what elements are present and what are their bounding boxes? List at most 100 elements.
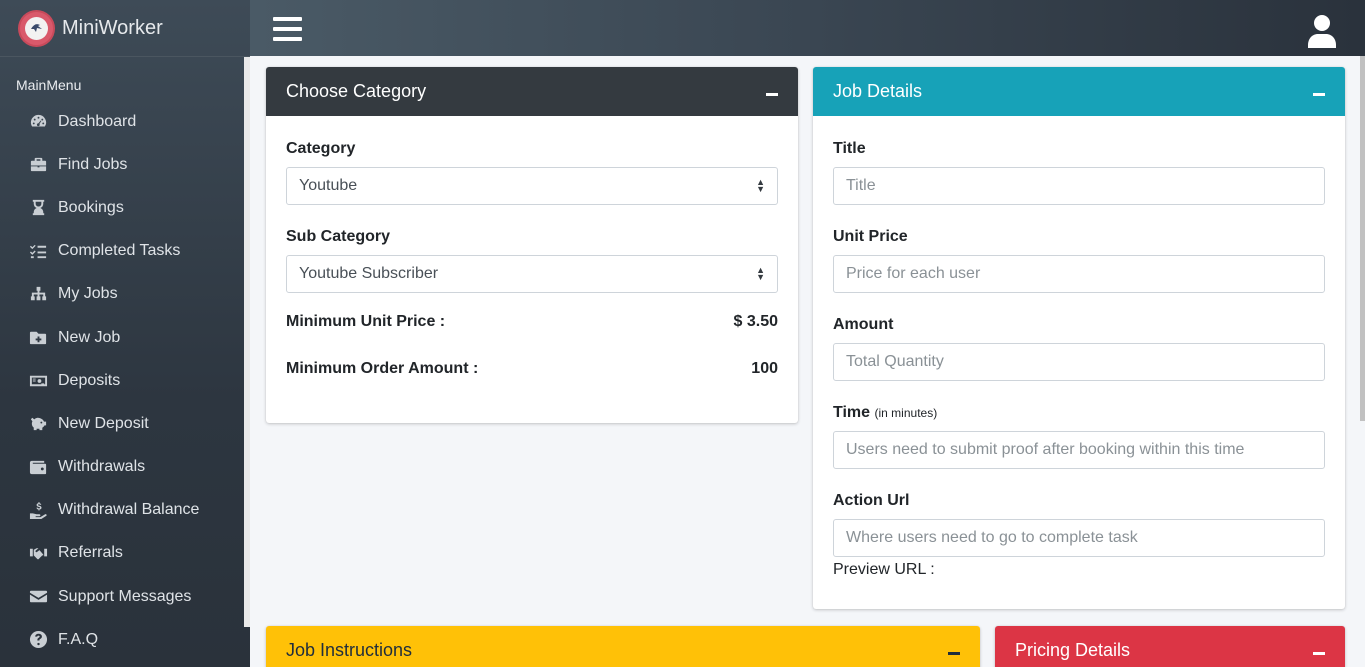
sidebar-item-new-deposit[interactable]: New Deposit xyxy=(0,402,250,445)
unit-price-input[interactable]: Price for each user xyxy=(833,255,1325,293)
collapse-minus-icon[interactable] xyxy=(1313,652,1325,655)
sidebar-item-label: Support Messages xyxy=(58,587,192,605)
action-url-label: Action Url xyxy=(833,492,910,509)
top-navbar xyxy=(250,0,1365,56)
hamburger-menu-icon[interactable] xyxy=(273,17,302,45)
sidebar-item-label: My Jobs xyxy=(58,285,118,303)
sidebar-item-withdrawals[interactable]: Withdrawals xyxy=(0,446,250,489)
sidebar-item-label: F.A.Q xyxy=(58,630,99,648)
select-arrows-icon: ▲ ▼ xyxy=(756,265,765,282)
title-placeholder: Title xyxy=(846,177,876,194)
card-header: Pricing Details xyxy=(995,626,1345,667)
collapse-minus-icon[interactable] xyxy=(1313,93,1325,96)
time-label: Time (in minutes) xyxy=(833,404,1325,422)
card-body: Category Youtube ▲ ▼ Sub Category Youtube… xyxy=(266,116,798,398)
sidebar-item-label: Completed Tasks xyxy=(58,242,181,260)
min-order-amount-label: Minimum Order Amount : xyxy=(286,360,479,377)
sitemap-icon xyxy=(28,284,48,304)
wallet-icon xyxy=(28,457,48,477)
sidebar-item-my-jobs[interactable]: My Jobs xyxy=(0,273,250,316)
sidebar-item-label: Find Jobs xyxy=(58,155,128,173)
hand-dollar-icon xyxy=(28,500,48,520)
category-selected-value: Youtube xyxy=(299,177,358,194)
amount-placeholder: Total Quantity xyxy=(846,353,944,370)
card-title: Job Details xyxy=(833,81,923,101)
envelope-icon xyxy=(28,587,48,607)
card-header: Job Details xyxy=(813,67,1345,116)
sidebar-item-label: New Job xyxy=(58,328,121,346)
money-bill-icon xyxy=(28,371,48,391)
hourglass-icon xyxy=(28,198,48,218)
sidebar-item-label: Withdrawals xyxy=(58,458,146,476)
sidebar-item-deposits[interactable]: Deposits xyxy=(0,359,250,402)
amount-input[interactable]: Total Quantity xyxy=(833,343,1325,381)
min-order-amount-value: 100 xyxy=(751,360,778,377)
menu-header: MainMenu xyxy=(16,77,82,93)
time-input[interactable]: Users need to submit proof after booking… xyxy=(833,431,1325,469)
time-placeholder: Users need to submit proof after booking… xyxy=(846,441,1245,458)
sidebar-menu: Dashboard Find Jobs Bookings Completed T… xyxy=(0,100,250,661)
card-header: Choose Category xyxy=(266,67,798,116)
sidebar-item-support-messages[interactable]: Support Messages xyxy=(0,575,250,618)
sidebar: MiniWorker MainMenu Dashboard Find Jobs … xyxy=(0,0,250,667)
pricing-details-card: Pricing Details xyxy=(995,626,1345,667)
min-order-amount-row: Minimum Order Amount : 100 xyxy=(286,360,778,378)
folder-plus-icon xyxy=(28,328,48,348)
card-title: Choose Category xyxy=(286,81,427,101)
min-unit-price-label: Minimum Unit Price : xyxy=(286,313,446,330)
time-label-text: Time xyxy=(833,404,871,421)
title-input[interactable]: Title xyxy=(833,167,1325,205)
sidebar-item-withdrawal-balance[interactable]: Withdrawal Balance xyxy=(0,489,250,532)
sidebar-item-label: Dashboard xyxy=(58,112,137,130)
min-unit-price-row: Minimum Unit Price : $ 3.50 xyxy=(286,313,778,331)
category-label: Category xyxy=(286,140,356,157)
card-header: Job Instructions xyxy=(266,626,980,667)
unit-price-placeholder: Price for each user xyxy=(846,265,981,282)
sidebar-scrollbar[interactable] xyxy=(244,57,250,627)
time-hint: (in minutes) xyxy=(874,406,938,420)
sidebar-item-referrals[interactable]: Referrals xyxy=(0,532,250,575)
sidebar-item-faq[interactable]: F.A.Q xyxy=(0,618,250,661)
subcategory-select[interactable]: Youtube Subscriber ▲ ▼ xyxy=(286,255,778,293)
brand-logo xyxy=(20,11,53,45)
category-select[interactable]: Youtube ▲ ▼ xyxy=(286,167,778,205)
sidebar-item-label: Bookings xyxy=(58,198,124,216)
amount-label: Amount xyxy=(833,316,894,333)
select-arrows-icon: ▲ ▼ xyxy=(756,177,765,194)
handshake-icon xyxy=(28,543,48,563)
piggy-bank-icon xyxy=(28,414,48,434)
unit-price-label: Unit Price xyxy=(833,228,908,245)
dashboard-icon xyxy=(28,112,48,132)
brand-name: MiniWorker xyxy=(62,16,163,39)
brand[interactable]: MiniWorker xyxy=(0,0,250,57)
card-body: Title Title Unit Price Price for each us… xyxy=(813,116,1345,599)
card-title: Job Instructions xyxy=(286,640,413,660)
sidebar-item-completed-tasks[interactable]: Completed Tasks xyxy=(0,230,250,273)
tasks-icon xyxy=(28,241,48,261)
sidebar-item-label: New Deposit xyxy=(58,414,149,432)
job-details-card: Job Details Title Title Unit Price Price… xyxy=(813,67,1345,609)
collapse-minus-icon[interactable] xyxy=(948,652,960,655)
user-icon[interactable] xyxy=(1307,14,1337,48)
choose-category-card: Choose Category Category Youtube ▲ ▼ Sub … xyxy=(266,67,798,423)
action-url-input[interactable]: Where users need to go to complete task xyxy=(833,519,1325,557)
sidebar-item-bookings[interactable]: Bookings xyxy=(0,186,250,229)
sidebar-item-find-jobs[interactable]: Find Jobs xyxy=(0,143,250,186)
preview-url: Preview URL : xyxy=(833,561,935,578)
briefcase-icon xyxy=(28,155,48,175)
card-title: Pricing Details xyxy=(1015,640,1131,660)
sidebar-item-label: Deposits xyxy=(58,371,121,389)
subcategory-selected-value: Youtube Subscriber xyxy=(299,265,439,282)
page-scrollbar[interactable] xyxy=(1360,56,1365,421)
collapse-minus-icon[interactable] xyxy=(766,93,778,96)
job-instructions-card: Job Instructions xyxy=(266,626,980,667)
question-circle-icon xyxy=(28,630,48,650)
sidebar-item-new-job[interactable]: New Job xyxy=(0,316,250,359)
action-url-placeholder: Where users need to go to complete task xyxy=(846,529,1138,546)
sidebar-item-label: Referrals xyxy=(58,544,123,562)
subcategory-label: Sub Category xyxy=(286,228,391,245)
title-label: Title xyxy=(833,140,866,157)
sidebar-item-dashboard[interactable]: Dashboard xyxy=(0,100,250,143)
min-unit-price-value: $ 3.50 xyxy=(733,313,778,330)
sidebar-item-label: Withdrawal Balance xyxy=(58,501,200,519)
